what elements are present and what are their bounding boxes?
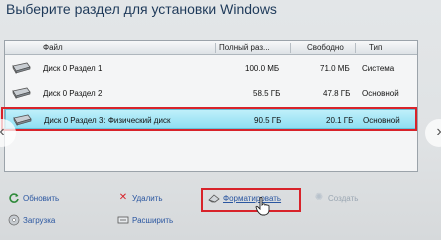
delete-label: Удалить [132, 193, 163, 203]
create-link[interactable]: ✺ Создать [313, 192, 359, 204]
format-highlight-frame [201, 188, 301, 212]
extend-label: Расширить [132, 215, 174, 225]
table-row[interactable]: Диск 0 Раздел 1 100.0 МБ 71.0 МБ Система [5, 58, 417, 78]
refresh-link[interactable]: Обновить [8, 192, 59, 204]
load-driver-label: Загрузка [23, 215, 56, 225]
column-divider [215, 43, 216, 53]
chevron-right-icon[interactable]: › [425, 119, 441, 147]
hard-disk-icon [12, 62, 31, 75]
create-label: Создать [328, 193, 359, 203]
partition-type: Основной [362, 89, 399, 98]
partition-size: 100.0 МБ [245, 64, 280, 73]
refresh-icon [8, 192, 20, 204]
load-driver-link[interactable]: Загрузка [8, 214, 55, 226]
disc-icon [8, 214, 20, 226]
delete-link[interactable]: ✕ Удалить [117, 192, 163, 204]
partition-free: 71.0 МБ [320, 64, 350, 73]
partition-type: Система [362, 64, 395, 73]
column-divider [290, 43, 291, 53]
hard-disk-icon [12, 87, 31, 100]
column-header-size[interactable]: Полный раз... [219, 43, 270, 52]
page-title: Выберите раздел для установки Windows [6, 1, 277, 17]
partition-name: Диск 0 Раздел 1 [43, 64, 103, 73]
partition-table: Файл Полный раз... Свободно Тип Диск 0 Р… [4, 40, 418, 172]
column-header-free[interactable]: Свободно [307, 43, 344, 52]
refresh-label: Обновить [23, 193, 60, 203]
hand-cursor-icon [255, 197, 270, 216]
column-divider [355, 43, 356, 53]
partition-size: 58.5 ГБ [253, 89, 281, 98]
partition-free: 47.8 ГБ [323, 89, 351, 98]
table-row[interactable]: Диск 0 Раздел 2 58.5 ГБ 47.8 ГБ Основной [5, 83, 417, 103]
partition-name: Диск 0 Раздел 2 [43, 89, 103, 98]
table-header: Файл Полный раз... Свободно Тип [5, 41, 417, 55]
sun-icon: ✺ [314, 192, 324, 203]
windows-setup-partition-page: Выберите раздел для установки Windows Фа… [0, 0, 441, 240]
extend-icon [117, 214, 129, 226]
delete-icon: ✕ [118, 192, 128, 203]
column-header-type[interactable]: Тип [369, 43, 382, 52]
column-header-file[interactable]: Файл [43, 43, 63, 52]
highlight-frame [1, 107, 417, 131]
extend-link[interactable]: Расширить [117, 214, 173, 226]
